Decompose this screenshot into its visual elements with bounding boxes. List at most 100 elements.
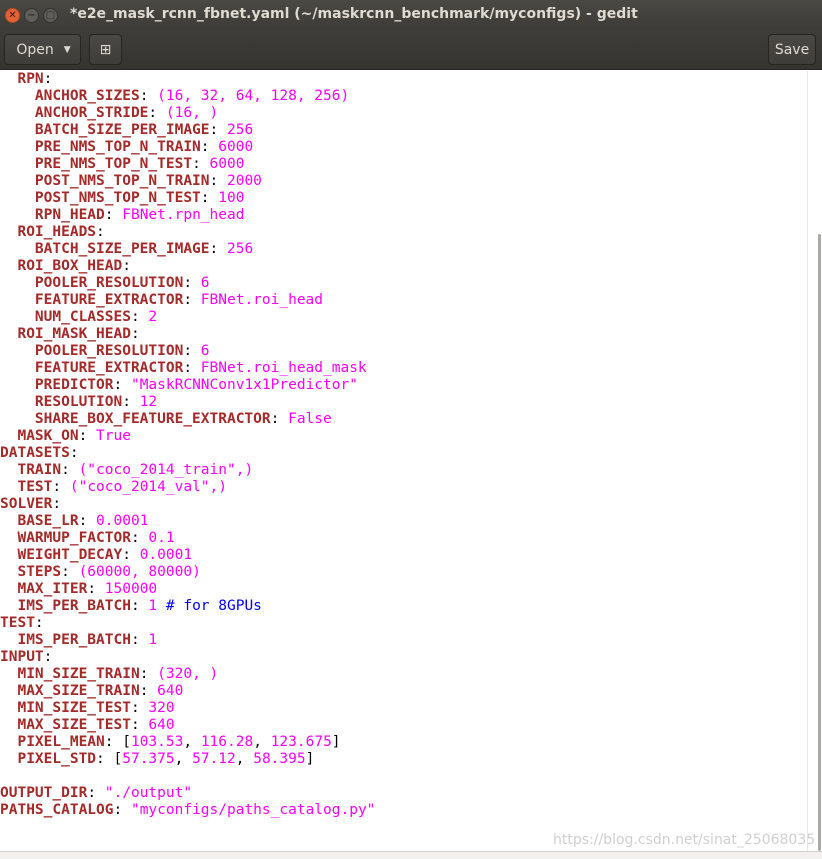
yaml-key: INPUT bbox=[0, 649, 44, 665]
yaml-punct: : bbox=[130, 530, 149, 546]
yaml-key: RPN_HEAD bbox=[0, 207, 105, 223]
code-line: PRE_NMS_TOP_N_TEST: 6000 bbox=[0, 156, 375, 173]
minimize-window-icon[interactable]: − bbox=[24, 8, 39, 23]
yaml-punct: : bbox=[183, 360, 201, 376]
yaml-key: PRE_NMS_TOP_N_TRAIN bbox=[0, 139, 201, 155]
yaml-punct: : bbox=[52, 496, 62, 512]
yaml-value: 100 bbox=[218, 190, 245, 206]
yaml-punct: ] bbox=[331, 734, 341, 750]
code-line: WARMUP_FACTOR: 0.1 bbox=[0, 530, 375, 547]
close-window-icon[interactable]: ✕ bbox=[5, 8, 20, 23]
yaml-punct: : bbox=[192, 156, 210, 172]
yaml-key: POST_NMS_TOP_N_TEST bbox=[0, 190, 201, 206]
yaml-punct: : bbox=[52, 479, 70, 495]
new-tab-button[interactable]: ⊞ bbox=[89, 34, 122, 65]
save-button-label: Save bbox=[774, 41, 810, 58]
yaml-value: 2 bbox=[148, 309, 158, 325]
yaml-punct: : bbox=[113, 802, 131, 818]
yaml-key: MAX_ITER bbox=[0, 581, 88, 597]
yaml-punct: : bbox=[130, 717, 149, 733]
yaml-value: 12 bbox=[139, 394, 158, 410]
code-line: STEPS: (60000, 80000) bbox=[0, 564, 375, 581]
yaml-value: 320 bbox=[148, 700, 175, 716]
code-line: MAX_SIZE_TRAIN: 640 bbox=[0, 683, 375, 700]
title-bar[interactable]: ✕ − □ *e2e_mask_rcnn_fbnet.yaml (~/maskr… bbox=[0, 0, 822, 30]
yaml-key: RPN bbox=[0, 71, 44, 87]
yaml-punct: : bbox=[104, 207, 123, 223]
yaml-punct: : bbox=[96, 224, 105, 240]
yaml-punct: , bbox=[174, 751, 193, 767]
yaml-punct: : bbox=[209, 241, 227, 257]
yaml-value: 6 bbox=[200, 343, 210, 359]
save-button[interactable]: Save bbox=[768, 34, 816, 65]
yaml-punct: : bbox=[78, 513, 97, 529]
yaml-value: 1 bbox=[148, 598, 158, 614]
yaml-key: BASE_LR bbox=[0, 513, 79, 529]
yaml-value: (320, ) bbox=[157, 666, 219, 682]
yaml-key: OUTPUT_DIR bbox=[0, 785, 88, 801]
yaml-key: BATCH_SIZE_PER_IMAGE bbox=[0, 122, 210, 138]
yaml-value: 103.53 bbox=[130, 734, 184, 750]
yaml-value: (16, 32, 64, 128, 256) bbox=[157, 88, 350, 104]
code-line: ANCHOR_STRIDE: (16, ) bbox=[0, 105, 375, 122]
yaml-punct: : bbox=[200, 190, 219, 206]
yaml-punct: : bbox=[34, 615, 44, 631]
yaml-value: FBNet.roi_head_mask bbox=[200, 360, 367, 376]
code-line: TEST: bbox=[0, 615, 375, 632]
code-line: DATASETS: bbox=[0, 445, 375, 462]
yaml-key: POOLER_RESOLUTION bbox=[0, 343, 184, 359]
code-line: ROI_BOX_HEAD: bbox=[0, 258, 375, 275]
yaml-value: 1 bbox=[148, 632, 158, 648]
yaml-punct: : bbox=[139, 88, 158, 104]
yaml-punct: : bbox=[200, 139, 219, 155]
code-line: BASE_LR: 0.0001 bbox=[0, 513, 375, 530]
yaml-key: FEATURE_EXTRACTOR bbox=[0, 360, 184, 376]
yaml-punct: : bbox=[130, 632, 149, 648]
yaml-comment: # for 8GPUs bbox=[157, 598, 262, 614]
yaml-punct: ] bbox=[305, 751, 315, 767]
code-line: MAX_SIZE_TEST: 640 bbox=[0, 717, 375, 734]
open-button[interactable]: Open ▼ bbox=[4, 34, 81, 65]
yaml-value: 116.28 bbox=[200, 734, 254, 750]
yaml-punct: : bbox=[78, 428, 97, 444]
maximize-window-icon[interactable]: □ bbox=[43, 8, 58, 23]
code-line: SHARE_BOX_FEATURE_EXTRACTOR: False bbox=[0, 411, 375, 428]
gedit-window: ✕ − □ *e2e_mask_rcnn_fbnet.yaml (~/maskr… bbox=[0, 0, 822, 859]
yaml-punct: : bbox=[183, 292, 201, 308]
vertical-scrollbar[interactable] bbox=[807, 71, 822, 851]
yaml-punct: : bbox=[270, 411, 289, 427]
yaml-punct: : bbox=[183, 275, 201, 291]
yaml-punct: : bbox=[139, 666, 158, 682]
yaml-value: True bbox=[96, 428, 131, 444]
yaml-value: False bbox=[288, 411, 332, 427]
yaml-value: "myconfigs/paths_catalog.py" bbox=[130, 802, 376, 818]
window-title: *e2e_mask_rcnn_fbnet.yaml (~/maskrcnn_be… bbox=[70, 6, 638, 22]
yaml-value: 6000 bbox=[209, 156, 245, 172]
yaml-value: FBNet.roi_head bbox=[200, 292, 324, 308]
code-line: BATCH_SIZE_PER_IMAGE: 256 bbox=[0, 241, 375, 258]
yaml-punct: : bbox=[87, 581, 105, 597]
scrollbar-thumb[interactable] bbox=[818, 234, 821, 851]
yaml-key: BATCH_SIZE_PER_IMAGE bbox=[0, 241, 210, 257]
yaml-value: ("coco_2014_train",) bbox=[78, 462, 254, 478]
yaml-value: 640 bbox=[157, 683, 184, 699]
yaml-punct: : bbox=[122, 547, 140, 563]
yaml-value: ("coco_2014_val",) bbox=[69, 479, 227, 495]
yaml-punct: : bbox=[130, 309, 149, 325]
yaml-punct: : bbox=[87, 785, 105, 801]
yaml-key: ROI_BOX_HEAD bbox=[0, 258, 123, 274]
watermark: https://blog.csdn.net/sinat_25068035 bbox=[553, 832, 816, 848]
yaml-punct: : bbox=[130, 700, 149, 716]
code-line: PIXEL_STD: [57.375, 57.12, 58.395] bbox=[0, 751, 375, 768]
yaml-punct: : bbox=[130, 598, 149, 614]
yaml-punct: : bbox=[61, 462, 79, 478]
code-line: PATHS_CATALOG: "myconfigs/paths_catalog.… bbox=[0, 802, 375, 819]
yaml-key: MAX_SIZE_TRAIN bbox=[0, 683, 140, 699]
text-editor[interactable]: RPN: ANCHOR_SIZES: (16, 32, 64, 128, 256… bbox=[0, 71, 807, 851]
yaml-value: 640 bbox=[148, 717, 175, 733]
code-line: TEST: ("coco_2014_val",) bbox=[0, 479, 375, 496]
code-line: RESOLUTION: 12 bbox=[0, 394, 375, 411]
code-line: POOLER_RESOLUTION: 6 bbox=[0, 275, 375, 292]
yaml-punct: : bbox=[69, 445, 79, 461]
yaml-value: "./output" bbox=[104, 785, 193, 801]
